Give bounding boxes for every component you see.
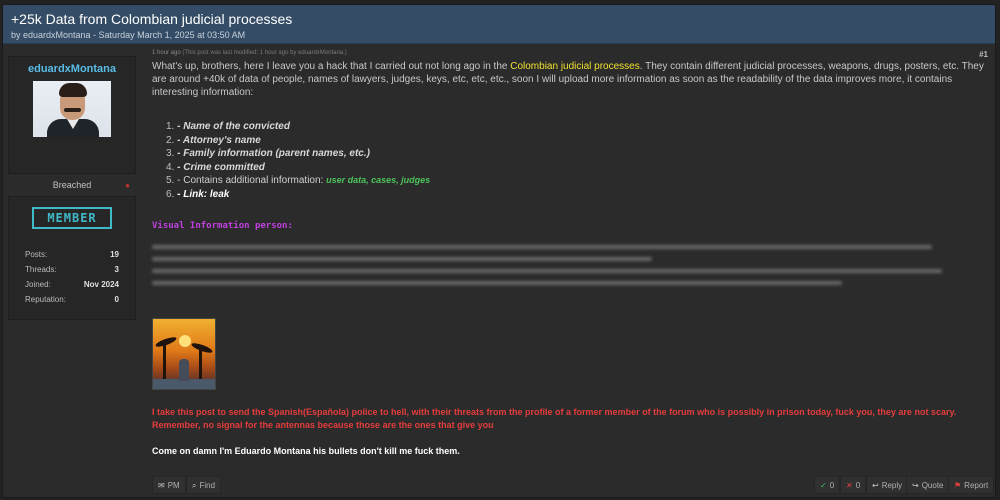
list-item-text: - Contains additional information: xyxy=(177,175,324,186)
list-item-text: - Crime committed xyxy=(177,161,265,173)
like-count: 0 xyxy=(829,481,835,490)
list-number: 4. xyxy=(166,161,175,173)
mail-icon: ✉ xyxy=(158,481,165,490)
pm-label: PM xyxy=(167,481,180,490)
quote-label: Quote xyxy=(921,481,944,490)
author-sidebar: eduardxMontana Breached ● MEMBER Posts: 1… xyxy=(8,56,136,320)
stat-value: 0 xyxy=(114,295,119,304)
author-username[interactable]: eduardxMontana xyxy=(9,63,135,75)
reply-icon: ↩ xyxy=(872,481,879,490)
list-item: 4. - Crime committed xyxy=(166,161,988,175)
thread-meta: by eduardxMontana - Saturday March 1, 20… xyxy=(11,30,246,40)
post-footer: ✉ PM ⌕ Find ✓ 0 ✕ 0 ↩ Reply ↪ Quote ⚑ Report xyxy=(152,476,995,494)
list-number: 5. xyxy=(166,175,175,186)
blurred-line xyxy=(152,245,932,249)
visual-info-heading: Visual Information person: xyxy=(152,221,293,231)
stat-posts: Posts: 19 xyxy=(25,247,119,262)
list-number: 1. xyxy=(166,121,175,132)
thread-header: +25k Data from Colombian judicial proces… xyxy=(3,5,995,44)
pm-button[interactable]: ✉ PM xyxy=(152,476,186,494)
palm-trunk xyxy=(163,341,166,381)
quote-icon: ↪ xyxy=(912,481,919,490)
list-item-text: - Name of the convicted xyxy=(177,121,290,132)
post-image-sunset[interactable] xyxy=(152,318,216,390)
post-body: 1 hour ago (This post was last modified:… xyxy=(152,50,988,470)
stat-value: 19 xyxy=(110,250,119,259)
rank-label: Breached xyxy=(52,180,92,190)
stat-label: Threads: xyxy=(25,265,57,274)
flag-icon: ⚑ xyxy=(954,481,962,490)
thread-title: +25k Data from Colombian judicial proces… xyxy=(11,11,293,27)
member-badge: MEMBER xyxy=(32,207,112,229)
blurred-content xyxy=(152,245,942,285)
post-modified-note: (This post was last modified: 1 hour ago… xyxy=(182,50,347,56)
intro-text: What's up, brothers, here I leave you a … xyxy=(152,61,511,72)
like-button[interactable]: ✓ 0 xyxy=(814,476,841,494)
reply-label: Reply xyxy=(881,481,903,490)
list-item-text: - Link: xyxy=(177,188,208,200)
closing-line: Come on damn I'm Eduardo Montana his bul… xyxy=(152,446,460,456)
blurred-line xyxy=(152,257,652,261)
stat-value: Nov 2024 xyxy=(83,280,119,289)
search-icon: ⌕ xyxy=(192,481,197,490)
report-label: Report xyxy=(964,481,989,490)
palm-trunk xyxy=(199,347,202,381)
user-rank: Breached ● xyxy=(8,174,136,196)
avatar[interactable] xyxy=(33,81,111,137)
post-time: 1 hour ago xyxy=(152,50,181,56)
intro-highlight: Colombian judicial processes xyxy=(510,61,640,72)
stat-threads: Threads: 3 xyxy=(25,262,119,277)
report-button[interactable]: ⚑ Report xyxy=(948,476,995,494)
stat-joined: Joined: Nov 2024 xyxy=(25,277,119,292)
list-item: 5. - Contains additional information: us… xyxy=(166,174,988,188)
cross-icon: ✕ xyxy=(846,481,853,490)
sun-shape xyxy=(179,335,191,347)
list-item-green-text: user data, cases, judges xyxy=(326,175,431,185)
user-card: eduardxMontana xyxy=(8,56,136,174)
avatar-hair xyxy=(59,83,87,97)
list-item: 6. - Link: leak xyxy=(166,188,988,202)
quote-button[interactable]: ↪ Quote xyxy=(906,476,950,494)
red-note: I take this post to send the Spanish(Esp… xyxy=(152,407,957,430)
stat-label: Reputation: xyxy=(25,295,66,304)
offline-dot-icon: ● xyxy=(125,181,130,190)
stat-value: 3 xyxy=(114,265,119,274)
check-icon: ✓ xyxy=(820,481,827,490)
avatar-mustache xyxy=(64,108,81,112)
palm-leaf xyxy=(190,341,214,355)
post-info: 1 hour ago (This post was last modified:… xyxy=(152,50,988,56)
find-label: Find xyxy=(199,481,216,490)
stat-label: Posts: xyxy=(25,250,48,259)
stat-label: Joined: xyxy=(25,280,51,289)
find-button[interactable]: ⌕ Find xyxy=(186,476,222,494)
palm-leaf xyxy=(154,335,178,349)
list-item: 2. - Attorney's name xyxy=(166,134,988,148)
dislike-button[interactable]: ✕ 0 xyxy=(840,476,867,494)
list-item-text: - Family information (parent names, etc.… xyxy=(177,148,370,159)
user-stats: Posts: 19 Threads: 3 Joined: Nov 2024 Reput… xyxy=(9,247,135,307)
dislike-count: 0 xyxy=(855,481,861,490)
list-item: 1. - Name of the convicted xyxy=(166,120,988,134)
post-number-link[interactable]: #1 xyxy=(979,50,988,59)
blurred-line xyxy=(152,269,942,273)
list-item: 3. - Family information (parent names, e… xyxy=(166,147,988,161)
role-card: MEMBER Posts: 19 Threads: 3 Joined: Nov 202… xyxy=(8,196,136,320)
leak-link[interactable]: leak xyxy=(210,189,229,200)
list-item-text: - Attorney's name xyxy=(177,134,261,146)
reply-button[interactable]: ↩ Reply xyxy=(866,476,909,494)
post-intro: What's up, brothers, here I leave you a … xyxy=(152,60,986,99)
stat-reputation: Reputation: 0 xyxy=(25,292,119,307)
list-number: 2. xyxy=(166,134,175,146)
list-number: 6. xyxy=(166,188,175,200)
blurred-line xyxy=(152,281,842,285)
contents-list: 1. - Name of the convicted 2. - Attorney… xyxy=(152,120,988,201)
figure xyxy=(179,359,189,381)
list-number: 3. xyxy=(166,148,175,159)
